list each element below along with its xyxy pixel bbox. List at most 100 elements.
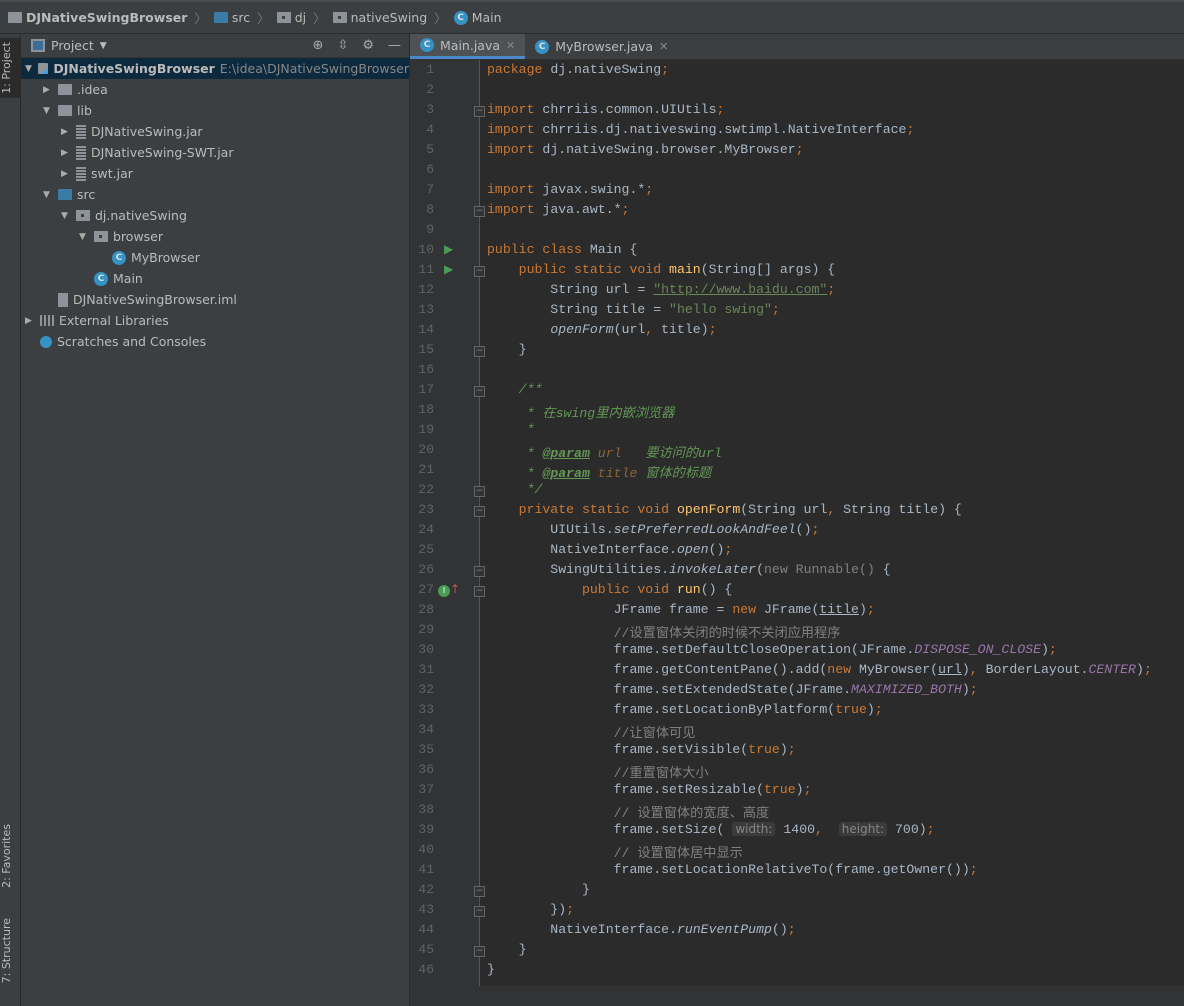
tree-item[interactable]: ▼ src [21,184,409,205]
chevron-down-icon[interactable]: ▼ [43,106,53,116]
chevron-right-icon: 〉 [194,11,207,26]
chevron-down-icon[interactable]: ▼ [100,41,107,51]
fold-marker-icon[interactable]: − [474,106,485,117]
project-view-selector[interactable]: Project [51,38,94,53]
tree-item[interactable]: Scratches and Consoles [21,331,409,352]
tree-item[interactable]: ▶ swt.jar [21,163,409,184]
code-line: * @param url 要访问的url [487,442,722,461]
chevron-down-icon[interactable]: ▼ [43,190,53,200]
code-token: NativeInterface. [487,542,677,557]
code-line: import dj.nativeSwing.browser.MyBrowser; [487,142,804,157]
code-token: openForm [676,502,741,517]
line-number: 37 [418,782,434,797]
left-tool-strip: 1: Project 2: Favorites 7: Structure [0,34,21,1006]
code-token: DISPOSE_ON_CLOSE [914,642,1041,657]
tree-item[interactable]: ▶ External Libraries [21,310,409,331]
close-icon[interactable]: ✕ [659,40,668,53]
run-icon[interactable]: ▶ [444,262,453,276]
fold-marker-icon[interactable]: − [474,486,485,497]
code-token: String title) { [843,502,962,517]
chevron-down-icon[interactable]: ▼ [79,232,89,242]
fold-marker-icon[interactable]: − [474,886,485,897]
tree-item[interactable]: ▼ browser [21,226,409,247]
code-token: java.awt.* [542,202,622,217]
code-token: * 在swing里内嵌浏览器 [487,406,675,421]
tree-item-label: DJNativeSwing.jar [91,124,203,139]
code-editor[interactable]: 1 2 3 4 5 6 7 8 9 10 11 12 13 14 15 16 17 18 19 20 21 22 23 24 2… [410,60,1184,986]
code-line: NativeInterface.runEventPump(); [487,922,795,937]
chevron-right-icon[interactable]: ▶ [25,316,35,326]
locate-icon[interactable]: ⊕ [313,38,324,53]
code-token: title [589,466,638,481]
line-number: 39 [418,822,434,837]
tree-item[interactable]: C MyBrowser [21,247,409,268]
tree-item[interactable]: DJNativeSwingBrowser.iml [21,289,409,310]
breadcrumb-item[interactable]: C Main [453,10,502,25]
tab-main-java[interactable]: C Main.java ✕ [410,34,526,59]
code-line: /** [487,382,543,397]
pkg-icon [94,231,108,242]
collapse-all-icon[interactable]: ⇳ [337,38,348,53]
implements-method-icon[interactable]: I ↑ [438,582,460,597]
folder-icon [8,12,22,23]
code-token: ; [795,142,804,157]
fold-marker-icon[interactable]: − [474,266,485,277]
tree-item-label: .idea [77,82,108,97]
tree-item[interactable]: ▶ .idea [21,79,409,100]
tree-item[interactable]: ▶ DJNativeSwing.jar [21,121,409,142]
line-number: 17 [418,382,434,397]
fold-marker-icon[interactable]: − [474,386,485,397]
code-token: frame.setDefaultCloseOperation(JFrame. [487,642,915,657]
line-number: 9 [426,222,434,237]
tool-tab-project[interactable]: 1: Project [0,38,21,98]
chevron-down-icon[interactable]: ▼ [25,64,33,74]
tree-item[interactable]: ▼ lib [21,100,409,121]
fold-marker-icon[interactable]: − [474,906,485,917]
line-number: 5 [426,142,434,157]
breadcrumb-item[interactable]: dj [276,10,306,25]
run-icon[interactable]: ▶ [444,242,453,256]
fold-marker-icon[interactable]: − [474,946,485,957]
jar-icon [76,145,86,160]
tree-item[interactable]: ▼ DJNativeSwingBrowser E:\idea\DJNativeSwi… [21,58,409,79]
breadcrumb-item[interactable]: DJNativeSwingBrowser [8,10,187,25]
code-token: * [487,446,543,461]
fold-marker-icon[interactable]: − [474,566,485,577]
tab-mybrowser-java[interactable]: C MyBrowser.java ✕ [525,34,678,59]
code-line: import java.awt.*; [487,202,629,217]
code-token: private static void [487,502,677,517]
close-icon[interactable]: ✕ [506,39,515,52]
chevron-right-icon[interactable]: ▶ [43,85,53,95]
code-token: NativeInterface. [487,922,677,937]
tab-label: Main.java [440,37,501,53]
tree-item[interactable]: ▶ DJNativeSwing-SWT.jar [21,142,409,163]
code-token: ; [811,522,820,537]
tree-item-label: lib [77,103,92,118]
fold-marker-icon[interactable]: − [474,346,485,357]
breadcrumb-item[interactable]: nativeSwing [332,10,427,25]
code-token: , [815,822,839,837]
chevron-right-icon[interactable]: ▶ [61,169,71,179]
fold-marker-icon[interactable]: − [474,586,485,597]
chevron-right-icon[interactable]: ▶ [61,148,71,158]
tool-tab-favorites[interactable]: 2: Favorites [0,820,21,892]
minimize-icon[interactable]: — [388,38,401,53]
fold-marker-icon[interactable]: − [474,506,485,517]
code-token: } [487,962,495,977]
chevron-right-icon: 〉 [313,11,326,26]
tree-item[interactable]: C Main [21,268,409,289]
chevron-down-icon[interactable]: ▼ [61,211,71,221]
tool-tab-structure[interactable]: 7: Structure [0,914,21,987]
breadcrumb-item[interactable]: src [213,10,250,25]
fold-marker-icon[interactable]: − [474,206,485,217]
line-number: 1 [426,62,434,77]
tree-item[interactable]: ▼ dj.nativeSwing [21,205,409,226]
code-token: // 设置窗体居中显示 [487,846,743,861]
editor-bottom [410,986,1184,1006]
line-number: 6 [426,162,434,177]
line-number: 42 [418,882,434,897]
line-number: 12 [418,282,434,297]
code-token: ( [756,562,765,577]
gear-icon[interactable]: ⚙ [362,38,374,53]
chevron-right-icon[interactable]: ▶ [61,127,71,137]
